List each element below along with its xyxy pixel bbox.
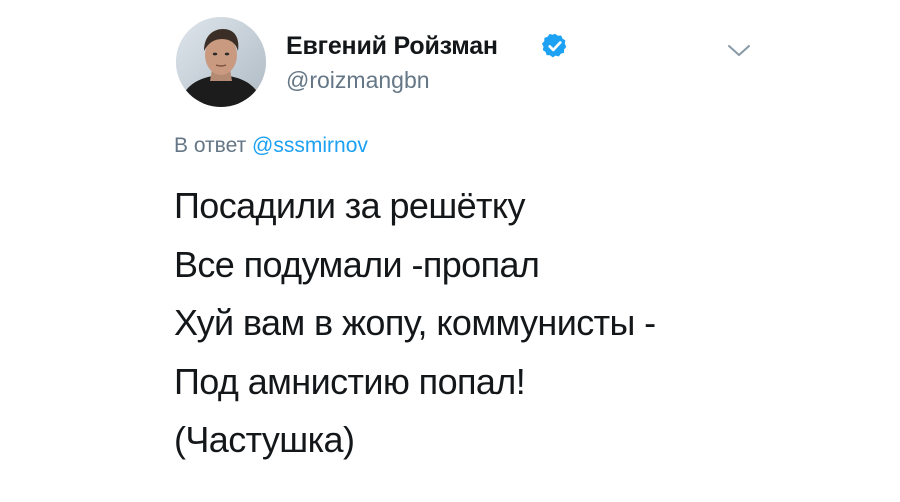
verified-badge-icon (541, 33, 567, 58)
author-name[interactable]: Евгений Ройзман (286, 31, 498, 61)
avatar[interactable] (176, 17, 266, 107)
chevron-down-icon[interactable] (727, 44, 751, 58)
reply-mention-link[interactable]: @sssmirnov (252, 134, 368, 157)
reply-prefix: В ответ (174, 134, 247, 157)
tweet-text: Посадили за решётку Все подумали -пропал… (174, 177, 656, 470)
tweet-line: (Частушка) (174, 419, 355, 460)
tweet-line: Хуй вам в жопу, коммунисты - (174, 302, 656, 343)
tweet: Евгений Ройзман @roizmangbn В ответ @sss… (0, 0, 900, 502)
reply-context: В ответ @sssmirnov (174, 133, 368, 159)
author-handle[interactable]: @roizmangbn (286, 66, 430, 94)
avatar-image (176, 17, 266, 107)
tweet-line: Посадили за решётку (174, 185, 525, 226)
tweet-line: Под амнистию попал! (174, 360, 526, 402)
tweet-line: Все подумали -пропал (174, 243, 540, 285)
